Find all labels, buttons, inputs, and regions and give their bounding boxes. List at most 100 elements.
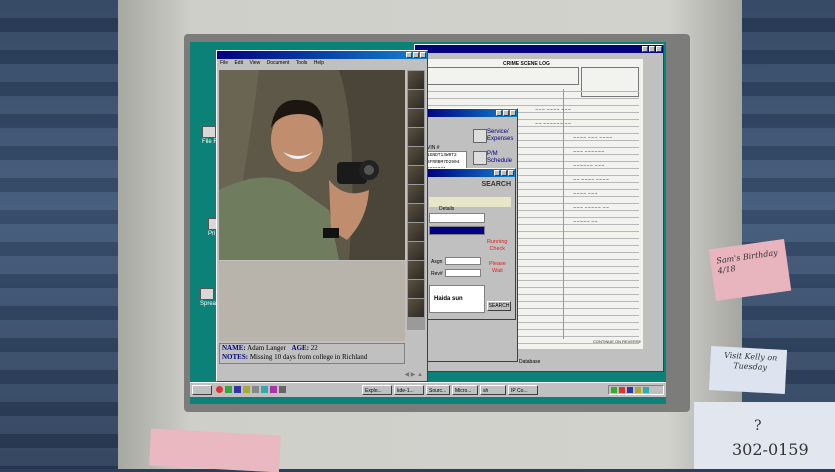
assign-select[interactable]: [445, 257, 481, 265]
menu-document[interactable]: Document: [267, 60, 290, 66]
sticky-note-phone: ? 302-0159: [694, 402, 835, 469]
taskbar-item-sh[interactable]: sh: [480, 385, 506, 395]
details-tab[interactable]: Details: [429, 197, 511, 212]
thumbnail[interactable]: [408, 299, 424, 317]
thumbnail[interactable]: [408, 147, 424, 165]
maximize-button[interactable]: [501, 170, 507, 176]
thumbnail-strip: [407, 70, 425, 330]
wrench-icon[interactable]: [473, 129, 487, 143]
tray-icon[interactable]: [635, 387, 641, 393]
menu-help[interactable]: Help: [314, 60, 324, 66]
app-icon[interactable]: [234, 386, 241, 393]
app-icon[interactable]: [225, 386, 232, 393]
crime-log-handwriting-8: ~~~ ~~~~~ ~~: [573, 205, 610, 210]
app-icon[interactable]: [216, 386, 223, 393]
taskbar-item-source[interactable]: Sourc...: [426, 385, 450, 395]
age-value: 22: [310, 344, 318, 352]
service-expenses-link[interactable]: Service/ Expenses: [487, 129, 513, 143]
taskbar-item-explorer[interactable]: Explo...: [362, 385, 392, 395]
sticky-note-pink-bottom: [149, 428, 281, 472]
search-title-bar: [427, 169, 515, 177]
thumbnail[interactable]: [408, 71, 424, 89]
maximize-button[interactable]: [649, 46, 655, 52]
running-check-status: Running Check: [487, 239, 508, 252]
close-button[interactable]: [508, 170, 514, 176]
photo-viewer-title-bar: [217, 51, 427, 59]
taskbar-item-microsoft[interactable]: Micro...: [452, 385, 478, 395]
search-button[interactable]: SEARCH: [487, 301, 511, 311]
minimize-button[interactable]: [642, 46, 648, 52]
sticky-note-kelly: Visit Kelly on Tuesday: [708, 346, 788, 394]
sticky-kelly-text: Visit Kelly on Tuesday: [723, 350, 778, 372]
app-icon[interactable]: [252, 386, 259, 393]
sticky-birthday-text: Sam's Birthday 4/18: [715, 248, 779, 276]
name-value: Adam Langer: [247, 344, 286, 352]
monitor-screen: File R Pri Spread CRIME SCENE LOG ~~~ ~~…: [190, 42, 666, 404]
sticky-note-birthday: Sam's Birthday 4/18: [708, 238, 792, 302]
name-label: NAME:: [222, 344, 246, 352]
person-info-panel: NAME: Adam Langer AGE: 22 NOTES: Missing…: [219, 343, 405, 364]
database-title-bar: [415, 45, 663, 53]
thumbnail[interactable]: [408, 109, 424, 127]
app-icon[interactable]: [261, 386, 268, 393]
thumbnail[interactable]: [408, 90, 424, 108]
photo-viewer-menu-bar: File Edit View Document Tools Help: [217, 59, 427, 67]
tray-icon[interactable]: [643, 387, 649, 393]
close-button[interactable]: [420, 52, 426, 58]
crime-log-column-divider: [563, 89, 564, 339]
taskbar-item-kde[interactable]: kde-1...: [394, 385, 424, 395]
nav-arrows[interactable]: ◀ ▶ ▲: [404, 371, 423, 378]
menu-view[interactable]: View: [249, 60, 260, 66]
minimize-button[interactable]: [494, 170, 500, 176]
assign-label: Asgn: [431, 259, 443, 265]
thumbnail[interactable]: [408, 185, 424, 203]
menu-file[interactable]: File: [220, 60, 228, 66]
menu-edit[interactable]: Edit: [234, 60, 243, 66]
spreadsheet-icon: [200, 288, 214, 300]
search-text-field[interactable]: [429, 213, 485, 223]
start-button[interactable]: [192, 385, 212, 395]
missing-person-photo: [219, 70, 405, 260]
app-icon[interactable]: [243, 386, 250, 393]
crime-log-handwriting-5: ~~~~~~ ~~~: [573, 163, 605, 168]
thumbnail[interactable]: [408, 261, 424, 279]
crime-log-handwriting-1: ~~~ ~~~~ ~~~: [535, 107, 572, 112]
tray-icon[interactable]: [611, 387, 617, 393]
minimize-button[interactable]: [406, 52, 412, 58]
please-wait-status: Please Wait: [489, 261, 506, 274]
maximize-button[interactable]: [503, 110, 509, 116]
menu-tools[interactable]: Tools: [296, 60, 308, 66]
app-icon[interactable]: [270, 386, 277, 393]
app-icon[interactable]: [279, 386, 286, 393]
age-label: AGE:: [291, 344, 310, 352]
rev-select[interactable]: [445, 269, 481, 277]
query-textarea[interactable]: Haida sun: [429, 285, 485, 313]
calendar-icon[interactable]: [473, 151, 487, 165]
thumbnail[interactable]: [408, 204, 424, 222]
search-dropdown[interactable]: [429, 226, 485, 235]
close-button[interactable]: [510, 110, 516, 116]
thumbnail[interactable]: [408, 166, 424, 184]
thumbnail[interactable]: [408, 280, 424, 298]
close-button[interactable]: [656, 46, 662, 52]
sticky-phone-text: 302-0159: [732, 440, 809, 459]
crime-log-handwriting-9: ~~~~~ ~~: [573, 219, 598, 224]
crime-log-handwriting-3: ~~~~ ~~~ ~~~~: [573, 135, 613, 140]
notes-value: Missing 10 days from college in Richland: [249, 353, 368, 361]
thumbnail[interactable]: [408, 128, 424, 146]
minimize-button[interactable]: [496, 110, 502, 116]
crime-log-handwriting-6: ~~ ~~~~ ~~~~: [573, 177, 610, 182]
pm-schedule-link[interactable]: P/M Schedule: [487, 151, 512, 165]
tray-icon[interactable]: [627, 387, 633, 393]
thumbnail[interactable]: [408, 242, 424, 260]
taskbar-item-ip-config[interactable]: IP Co...: [508, 385, 538, 395]
taskbar: Explo... kde-1... Sourc... Micro... sh I…: [190, 382, 666, 397]
tray-icon[interactable]: [619, 387, 625, 393]
maximize-button[interactable]: [413, 52, 419, 58]
search-window[interactable]: SEARCH Details Running Check Please Wait…: [426, 168, 516, 320]
photo-viewer-window[interactable]: File Edit View Document Tools Help NAME:…: [216, 50, 428, 382]
thumbnail[interactable]: [408, 223, 424, 241]
photo-blank-area: [219, 261, 405, 341]
sticky-question-text: ?: [754, 418, 762, 434]
crime-log-handwriting-4: ~~~ ~~~~~~: [573, 149, 605, 154]
